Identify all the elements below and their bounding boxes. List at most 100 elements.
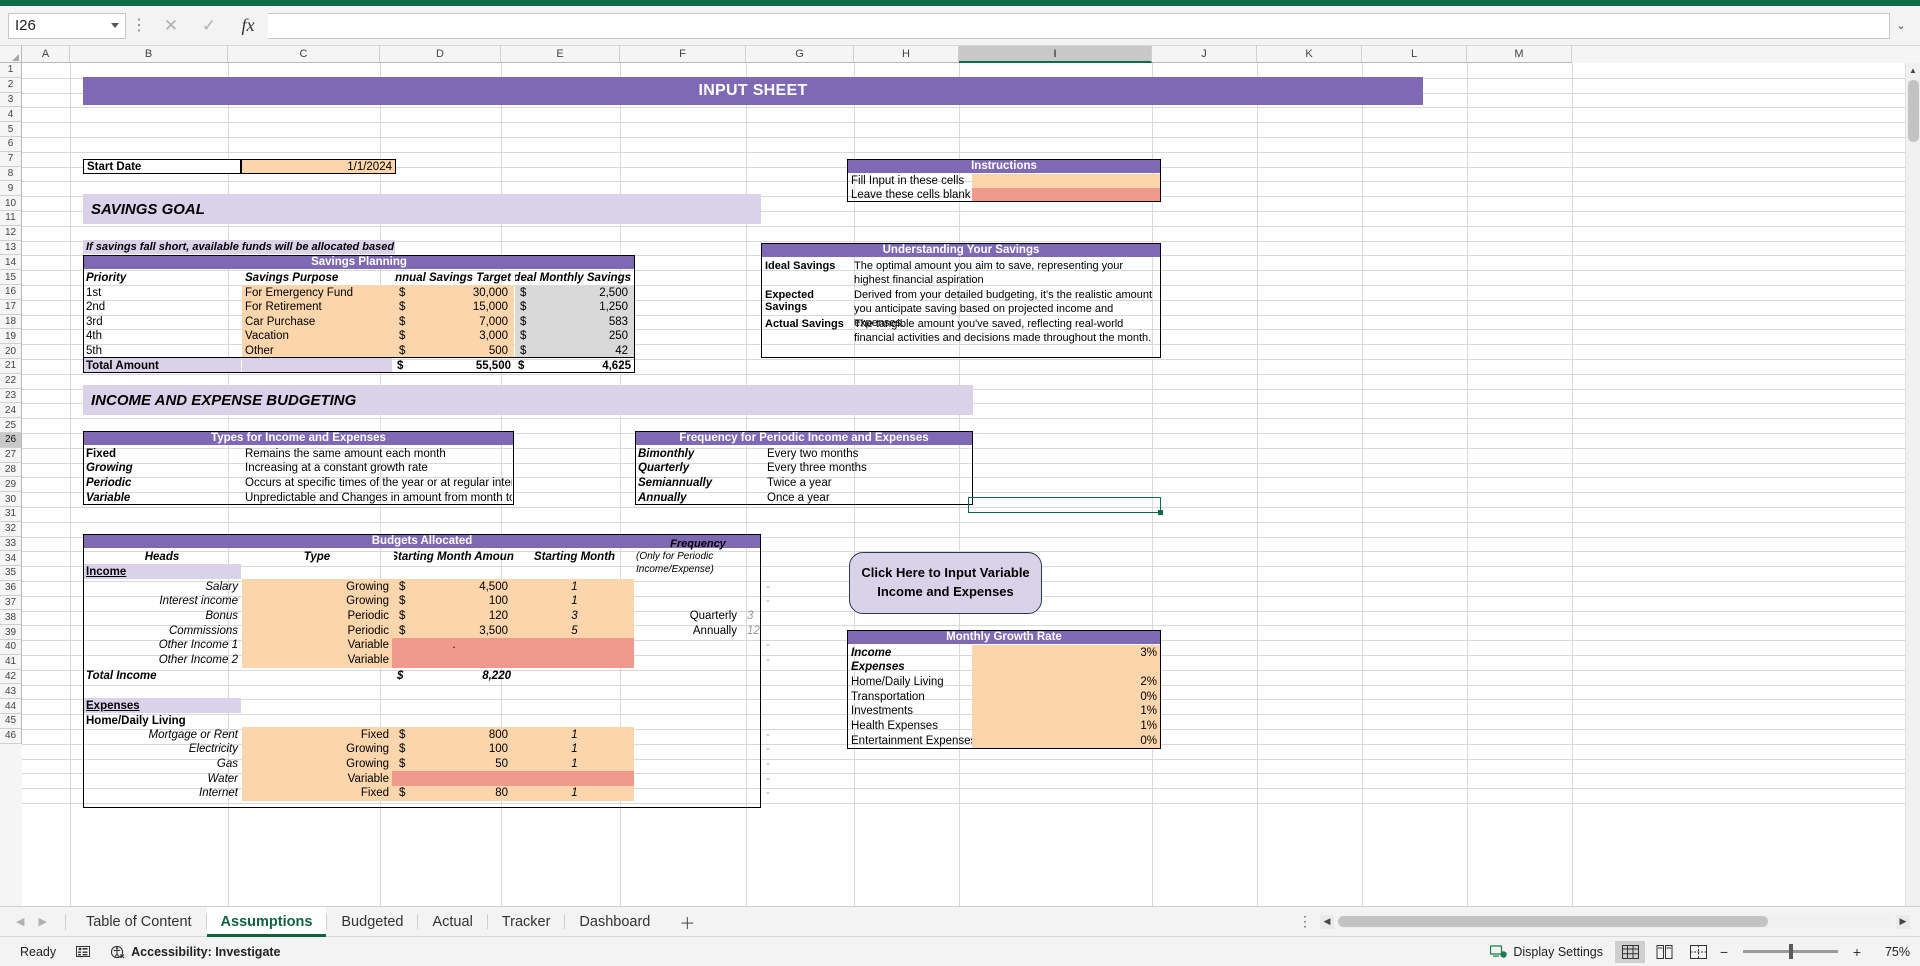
row-header-6[interactable]: 6 — [0, 136, 22, 152]
row-header-4[interactable]: 4 — [0, 107, 22, 123]
zoom-slider-thumb[interactable] — [1789, 944, 1793, 959]
sheet-tab-tracker[interactable]: Tracker — [488, 907, 565, 937]
column-header-E[interactable]: E — [501, 46, 620, 63]
sheet-canvas[interactable]: INPUT SHEET Start Date 1/1/2024 Instruct… — [22, 63, 1920, 906]
input-variable-income-button[interactable]: Click Here to Input Variable Income and … — [849, 552, 1042, 614]
column-header-H[interactable]: H — [854, 46, 959, 63]
row-header-10[interactable]: 10 — [0, 196, 22, 211]
row-header-42[interactable]: 42 — [0, 669, 22, 685]
row-header-30[interactable]: 30 — [0, 492, 22, 507]
more-options-icon[interactable]: ⋮ — [126, 17, 152, 34]
sheet-options-icon[interactable]: ⋮ — [1298, 913, 1320, 930]
column-header-C[interactable]: C — [228, 46, 380, 63]
page-break-view-button[interactable] — [1683, 941, 1713, 963]
vertical-scroll-thumb[interactable] — [1908, 80, 1919, 142]
row-header-23[interactable]: 23 — [0, 388, 22, 404]
row-header-8[interactable]: 8 — [0, 166, 22, 182]
row-header-28[interactable]: 28 — [0, 462, 22, 478]
growth-value-4[interactable]: 1% — [972, 703, 1160, 719]
zoom-slider[interactable] — [1743, 944, 1838, 959]
zoom-in-button[interactable]: + — [1848, 944, 1866, 960]
expand-formula-bar-icon[interactable]: ⌄ — [1890, 13, 1912, 39]
row-header-26[interactable]: 26 — [0, 432, 22, 448]
macro-record-button[interactable] — [66, 945, 101, 958]
row-header-37[interactable]: 37 — [0, 595, 22, 611]
row-header-19[interactable]: 19 — [0, 329, 22, 345]
row-header-39[interactable]: 39 — [0, 625, 22, 641]
page-layout-view-button[interactable] — [1649, 941, 1679, 963]
confirm-entry-icon[interactable]: ✓ — [190, 13, 228, 39]
sheet-tab-assumptions[interactable]: Assumptions — [206, 906, 327, 937]
select-all-corner[interactable] — [0, 46, 22, 63]
growth-value-3[interactable]: 0% — [972, 689, 1160, 705]
row-header-5[interactable]: 5 — [0, 122, 22, 137]
horizontal-scroll-thumb[interactable] — [1338, 916, 1768, 927]
growth-value-1[interactable] — [972, 659, 1160, 675]
growth-value-6[interactable]: 0% — [972, 733, 1160, 749]
column-header-I[interactable]: I — [959, 46, 1152, 63]
row-header-1[interactable]: 1 — [0, 63, 22, 78]
formula-input[interactable] — [268, 12, 1890, 39]
row-header-41[interactable]: 41 — [0, 654, 22, 670]
row-header-18[interactable]: 18 — [0, 314, 22, 330]
row-header-40[interactable]: 40 — [0, 640, 22, 655]
savings-row-3-purpose[interactable]: Vacation — [242, 328, 394, 344]
row-header-17[interactable]: 17 — [0, 299, 22, 315]
growth-value-2[interactable]: 2% — [972, 674, 1160, 690]
start-date-value[interactable]: 1/1/2024 — [241, 159, 396, 174]
row-header-25[interactable]: 25 — [0, 418, 22, 433]
cancel-entry-icon[interactable]: ✕ — [152, 13, 190, 39]
row-header-31[interactable]: 31 — [0, 506, 22, 522]
insert-function-icon[interactable]: fx — [228, 13, 268, 39]
zoom-out-button[interactable]: − — [1715, 944, 1733, 960]
row-header-7[interactable]: 7 — [0, 151, 22, 167]
row-header-34[interactable]: 34 — [0, 551, 22, 567]
vertical-scrollbar[interactable]: ▲ — [1905, 63, 1920, 906]
row-header-44[interactable]: 44 — [0, 699, 22, 715]
selected-cell-I26[interactable] — [968, 497, 1163, 515]
column-header-D[interactable]: D — [380, 46, 501, 63]
sheet-tab-table-of-content[interactable]: Table of Content — [72, 907, 206, 937]
zoom-level[interactable]: 75% — [1866, 945, 1910, 959]
row-header-38[interactable]: 38 — [0, 610, 22, 626]
row-header-9[interactable]: 9 — [0, 181, 22, 197]
row-header-33[interactable]: 33 — [0, 536, 22, 552]
row-header-3[interactable]: 3 — [0, 92, 22, 108]
savings-row-0-purpose[interactable]: For Emergency Fund — [242, 285, 394, 300]
row-header-29[interactable]: 29 — [0, 477, 22, 493]
row-header-2[interactable]: 2 — [0, 77, 22, 93]
row-header-15[interactable]: 15 — [0, 270, 22, 285]
accessibility-status[interactable]: Accessibility: Investigate — [101, 945, 290, 959]
row-header-45[interactable]: 45 — [0, 714, 22, 729]
growth-value-5[interactable]: 1% — [972, 718, 1160, 734]
horizontal-scroll-track[interactable] — [1338, 915, 1892, 928]
sheet-tab-budgeted[interactable]: Budgeted — [327, 907, 417, 937]
column-header-M[interactable]: M — [1467, 46, 1572, 63]
normal-view-button[interactable] — [1615, 940, 1645, 963]
sheet-nav-arrows[interactable]: ◀ ▶ — [6, 915, 59, 928]
row-header-14[interactable]: 14 — [0, 255, 22, 271]
chevron-down-icon[interactable] — [111, 23, 119, 28]
sheet-tab-actual[interactable]: Actual — [418, 907, 486, 937]
savings-row-1-purpose[interactable]: For Retirement — [242, 299, 394, 315]
column-header-B[interactable]: B — [70, 46, 228, 63]
column-header-K[interactable]: K — [1257, 46, 1362, 63]
next-sheet-icon[interactable]: ▶ — [38, 915, 46, 928]
scroll-left-icon[interactable]: ◀ — [1320, 914, 1334, 929]
growth-value-0[interactable]: 3% — [972, 645, 1160, 660]
horizontal-scrollbar[interactable]: ◀ ▶ — [1320, 914, 1920, 929]
row-header-43[interactable]: 43 — [0, 684, 22, 700]
row-header-13[interactable]: 13 — [0, 240, 22, 256]
column-header-J[interactable]: J — [1152, 46, 1257, 63]
row-header-46[interactable]: 46 — [0, 728, 22, 744]
column-header-A[interactable]: A — [22, 46, 70, 63]
column-header-F[interactable]: F — [620, 46, 746, 63]
row-header-11[interactable]: 11 — [0, 210, 22, 226]
savings-row-2-purpose[interactable]: Car Purchase — [242, 314, 394, 330]
column-header-G[interactable]: G — [746, 46, 854, 63]
prev-sheet-icon[interactable]: ◀ — [16, 915, 24, 928]
column-header-L[interactable]: L — [1362, 46, 1467, 63]
row-header-20[interactable]: 20 — [0, 344, 22, 359]
row-header-32[interactable]: 32 — [0, 521, 22, 537]
add-sheet-button[interactable]: ＋ — [674, 909, 700, 935]
